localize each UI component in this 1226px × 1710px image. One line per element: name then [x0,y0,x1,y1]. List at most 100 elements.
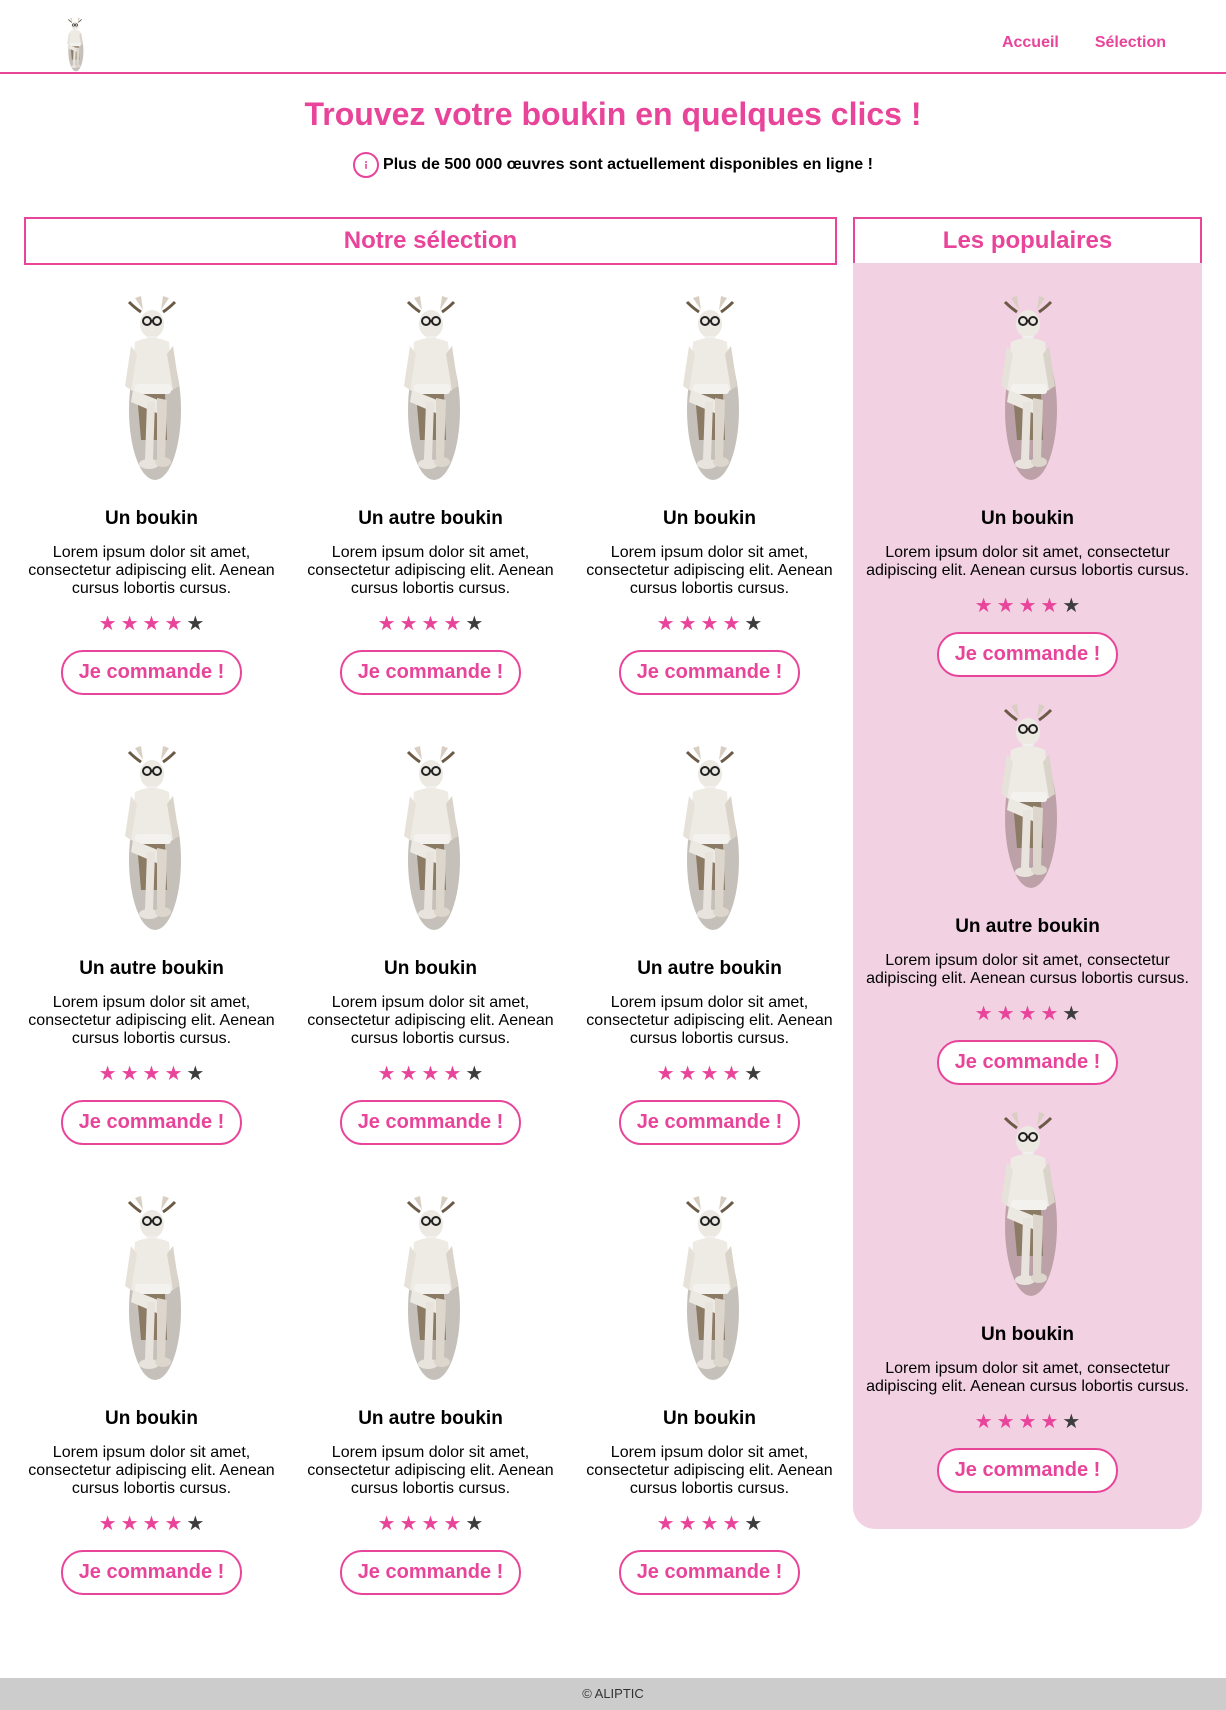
star-icon: ★ [1018,1411,1037,1433]
book-cover-image [993,698,1063,894]
book-description: Lorem ipsum dolor sit amet, consectetur … [307,544,554,597]
star-icon: ★ [744,613,763,635]
star-icon: ★ [678,613,697,635]
star-icon: ★ [465,1513,484,1535]
book-cover-image [396,290,466,486]
star-icon: ★ [399,613,418,635]
book-description: Lorem ipsum dolor sit amet, consectetur … [307,1444,554,1497]
rating-stars: ★ ★ ★ ★ ★ [570,612,849,636]
book-cover-image [396,740,466,936]
order-button[interactable]: Je commande ! [936,1448,1119,1493]
book-cover-image [675,290,745,486]
book-title: Un boukin [105,508,198,529]
star-icon: ★ [377,1513,396,1535]
popular-book-card: Un boukin Lorem ipsum dolor sit amet, con… [860,1106,1195,1493]
rating-stars: ★ ★ ★ ★ ★ [860,1002,1195,1026]
rating-stars: ★ ★ ★ ★ ★ [12,1062,291,1086]
rating-stars: ★ ★ ★ ★ ★ [291,1512,570,1536]
star-icon: ★ [142,1063,161,1085]
book-title: Un autre boukin [358,508,503,529]
order-button[interactable]: Je commande ! [60,650,243,695]
book-title: Un autre boukin [955,916,1100,937]
book-card: Un autre boukin Lorem ipsum dolor sit ame… [570,740,849,1145]
star-icon: ★ [678,1513,697,1535]
star-icon: ★ [1062,595,1081,617]
book-cover-image [117,1190,187,1386]
star-icon: ★ [974,595,993,617]
star-icon: ★ [996,1411,1015,1433]
book-description: Lorem ipsum dolor sit amet, consectetur … [866,544,1189,579]
book-title: Un autre boukin [79,958,224,979]
star-icon: ★ [421,1513,440,1535]
book-card: Un autre boukin Lorem ipsum dolor sit ame… [291,290,570,695]
star-icon: ★ [142,1513,161,1535]
rating-stars: ★ ★ ★ ★ ★ [570,1512,849,1536]
book-cover-image [117,290,187,486]
star-icon: ★ [722,1513,741,1535]
star-icon: ★ [98,613,117,635]
rating-stars: ★ ★ ★ ★ ★ [291,1062,570,1086]
star-icon: ★ [186,613,205,635]
order-button[interactable]: Je commande ! [618,1100,801,1145]
popular-heading: Les populaires [853,217,1202,265]
star-icon: ★ [465,1063,484,1085]
book-cover-image [675,740,745,936]
star-icon: ★ [186,1063,205,1085]
star-icon: ★ [164,613,183,635]
star-icon: ★ [700,1513,719,1535]
star-icon: ★ [1018,1003,1037,1025]
star-icon: ★ [465,613,484,635]
star-icon: ★ [1040,595,1059,617]
book-description: Lorem ipsum dolor sit amet, consectetur … [866,1360,1189,1395]
book-title: Un boukin [105,1408,198,1429]
star-icon: ★ [656,1513,675,1535]
star-icon: ★ [164,1513,183,1535]
book-card: Un autre boukin Lorem ipsum dolor sit ame… [291,1190,570,1595]
star-icon: ★ [1040,1003,1059,1025]
order-button[interactable]: Je commande ! [936,632,1119,677]
star-icon: ★ [700,1063,719,1085]
rating-stars: ★ ★ ★ ★ ★ [570,1062,849,1086]
nav-link-selection[interactable]: Sélection [1095,34,1166,52]
star-icon: ★ [120,1513,139,1535]
order-button[interactable]: Je commande ! [936,1040,1119,1085]
rating-stars: ★ ★ ★ ★ ★ [291,612,570,636]
star-icon: ★ [974,1411,993,1433]
book-title: Un boukin [663,1408,756,1429]
star-icon: ★ [443,1063,462,1085]
site-header: Accueil Sélection [0,0,1226,74]
order-button[interactable]: Je commande ! [60,1100,243,1145]
book-description: Lorem ipsum dolor sit amet, consectetur … [307,994,554,1047]
star-icon: ★ [164,1063,183,1085]
order-button[interactable]: Je commande ! [339,1550,522,1595]
book-title: Un boukin [663,508,756,529]
info-banner: Plus de 500 000 œuvres sont actuellement… [0,152,1226,178]
book-cover-image [396,1190,466,1386]
rating-stars: ★ ★ ★ ★ ★ [12,1512,291,1536]
nav-link-accueil[interactable]: Accueil [1002,34,1059,52]
book-description: Lorem ipsum dolor sit amet, consectetur … [586,544,833,597]
star-icon: ★ [443,1513,462,1535]
book-card: Un boukin Lorem ipsum dolor sit amet, con… [12,290,291,695]
order-button[interactable]: Je commande ! [339,650,522,695]
book-description: Lorem ipsum dolor sit amet, consectetur … [28,544,275,597]
goat-logo-icon[interactable] [48,16,102,73]
star-icon: ★ [722,1063,741,1085]
book-card: Un boukin Lorem ipsum dolor sit amet, con… [570,1190,849,1595]
order-button[interactable]: Je commande ! [60,1550,243,1595]
star-icon: ★ [996,1003,1015,1025]
book-description: Lorem ipsum dolor sit amet, consectetur … [586,994,833,1047]
book-description: Lorem ipsum dolor sit amet, consectetur … [586,1444,833,1497]
star-icon: ★ [1040,1411,1059,1433]
book-cover-image [993,290,1063,486]
star-icon: ★ [678,1063,697,1085]
book-cover-image [117,740,187,936]
main-nav: Accueil Sélection [1002,34,1166,52]
order-button[interactable]: Je commande ! [618,650,801,695]
book-cover-image [675,1190,745,1386]
order-button[interactable]: Je commande ! [618,1550,801,1595]
rating-stars: ★ ★ ★ ★ ★ [860,594,1195,618]
star-icon: ★ [974,1003,993,1025]
page-title: Trouvez votre boukin en quelques clics ! [304,96,922,132]
order-button[interactable]: Je commande ! [339,1100,522,1145]
